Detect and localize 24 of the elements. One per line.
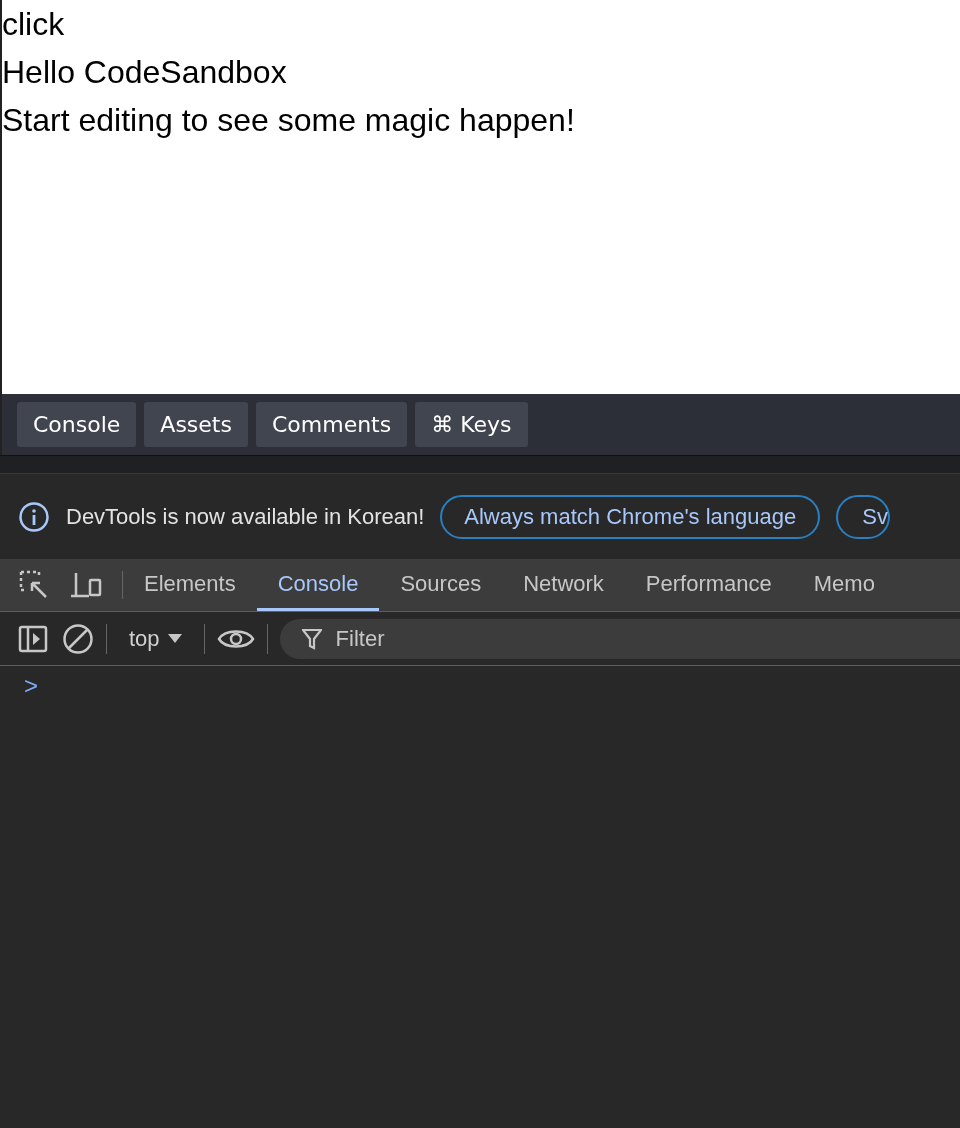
caret-icon (167, 633, 182, 644)
preview-text: Start editing to see some magic happen! (2, 101, 575, 140)
devtools-tab[interactable]: Memo (792, 559, 896, 611)
devtools-tab[interactable]: Console (256, 559, 380, 611)
devtools-tab[interactable]: Elements (123, 559, 257, 611)
panel-tab[interactable]: Assets (144, 402, 248, 447)
sidebar-icon[interactable] (18, 624, 48, 653)
panel-tab[interactable]: Console (17, 402, 137, 447)
devtools-tab[interactable]: Network (502, 559, 625, 611)
devtools-tab[interactable]: Sources (379, 559, 503, 611)
info-icon (18, 500, 50, 533)
console-prompt[interactable]: > (0, 666, 38, 700)
devtools-tab[interactable]: Performance (624, 559, 793, 611)
panel-tab[interactable]: ⌘ Keys (415, 402, 528, 447)
device-icon[interactable] (70, 571, 104, 599)
language-button[interactable]: Always match Chrome's language (440, 494, 821, 539)
clear-icon[interactable] (62, 622, 94, 655)
language-button[interactable]: Sv (836, 494, 890, 539)
context-dropdown[interactable]: top (119, 625, 192, 652)
panel-tab[interactable]: Comments (255, 402, 408, 447)
preview-text: Hello CodeSandbox (2, 53, 287, 92)
infobar-message: DevTools is now available in Korean! (66, 503, 425, 530)
preview-text: click (2, 5, 65, 44)
filter-field[interactable]: Filter (279, 618, 960, 659)
